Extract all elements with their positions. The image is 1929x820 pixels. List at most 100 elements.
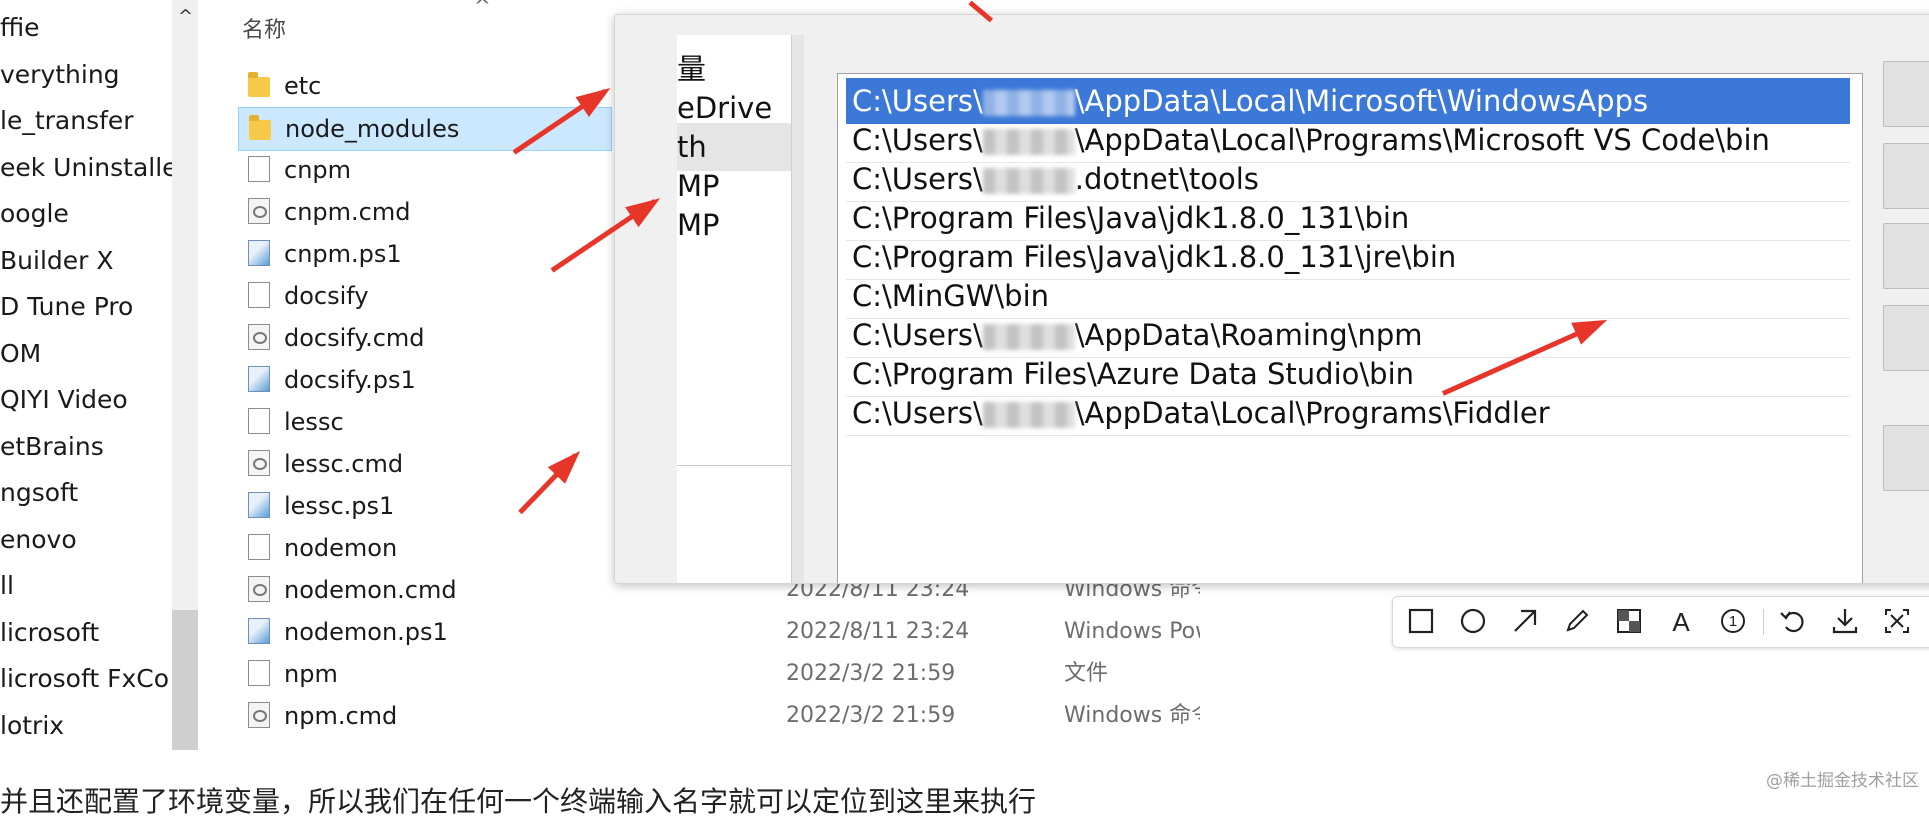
path-prefix: C:\MinGW\bin [852, 279, 1050, 313]
file-icon [248, 534, 270, 560]
dialog-button-delete[interactable] [1883, 305, 1929, 371]
path-suffix: \AppData\Roaming\npm [1074, 318, 1423, 352]
nav-item[interactable]: ngsoft [0, 470, 172, 516]
nav-item[interactable]: licrosoft [0, 610, 172, 656]
column-header-name[interactable]: 名称 [242, 12, 286, 44]
nav-item[interactable]: Builder X [0, 238, 172, 284]
file-name: lessc.cmd [284, 450, 404, 478]
variable-list-partial: 量 eDrive th MP MP [677, 35, 791, 583]
file-name: etc [284, 72, 322, 100]
text-icon[interactable]: A [1665, 605, 1697, 637]
redacted-username [982, 129, 1075, 155]
arrow-icon[interactable] [1509, 605, 1541, 637]
file-name: nodemon [284, 534, 398, 562]
file-name: npm.cmd [284, 702, 398, 730]
cmd-file-icon [248, 324, 270, 350]
path-suffix: \AppData\Local\Programs\Fiddler [1074, 396, 1550, 430]
circle-icon[interactable] [1457, 605, 1489, 637]
mosaic-icon[interactable] [1613, 605, 1645, 637]
file-type: Windows 命令脚本 [1064, 703, 1200, 728]
file-name: docsify [284, 282, 369, 310]
redacted-username [982, 402, 1075, 428]
download-icon[interactable] [1829, 605, 1861, 637]
path-entries-list[interactable]: C:\Users\ \AppData\Local\Microsoft\Window… [837, 73, 1863, 583]
rectangle-icon[interactable] [1405, 605, 1437, 637]
file-name: cnpm [284, 156, 352, 184]
cmd-file-icon [248, 702, 270, 728]
nav-scrollbar[interactable]: ^ [172, 0, 198, 750]
nav-item[interactable]: ffie [0, 5, 172, 51]
nav-item[interactable]: etBrains [0, 424, 172, 470]
file-row[interactable]: nodemon.ps1 2022/8/11 23:24 Windows Power.… [238, 611, 1200, 653]
divider [677, 465, 791, 466]
dialog-button-browse[interactable] [1883, 223, 1929, 289]
redacted-username [982, 168, 1075, 194]
file-row[interactable]: npm2022/3/2 21:59文件1 KB [238, 653, 1200, 695]
file-date: 2022/3/2 21:59 [786, 703, 956, 728]
nav-item[interactable]: ll [0, 563, 172, 609]
nav-item[interactable]: oogle [0, 191, 172, 237]
scroll-up-icon[interactable]: ^ [178, 6, 193, 27]
ps1-file-icon [248, 492, 270, 518]
file-icon [248, 660, 270, 686]
ps1-file-icon [248, 618, 270, 644]
sort-ascending-icon: ^ [474, 0, 491, 18]
file-type: 文件 [1064, 661, 1109, 686]
nav-item[interactable]: verything [0, 52, 172, 98]
dialog-button-move-up[interactable] [1883, 425, 1929, 491]
number-icon[interactable]: 1 [1717, 605, 1749, 637]
file-name: docsify.ps1 [284, 366, 416, 394]
dialog-button-new[interactable] [1883, 61, 1929, 127]
cmd-file-icon [248, 450, 270, 476]
text-icon-glyph: A [1672, 607, 1690, 637]
ps1-file-icon [248, 240, 270, 266]
watermark: @稀土掘金技术社区 [1766, 771, 1919, 791]
dialog-button-edit[interactable] [1883, 143, 1929, 209]
nav-item[interactable]: D Tune Pro [0, 284, 172, 330]
path-suffix: \AppData\Local\Microsoft\WindowsApps [1074, 84, 1649, 118]
close-icon[interactable] [1881, 605, 1913, 637]
nav-item[interactable]: OM [0, 331, 172, 377]
file-name: docsify.cmd [284, 324, 425, 352]
folder-icon [249, 115, 271, 140]
file-type: Windows Power... [1064, 619, 1200, 644]
path-prefix: C:\Program Files\Java\jdk1.8.0_131\bin [852, 201, 1410, 235]
file-name: lessc.ps1 [284, 492, 395, 520]
path-suffix: \AppData\Local\Programs\Microsoft VS Cod… [1074, 123, 1770, 157]
environment-variables-dialog: 量 eDrive th MP MP C:\Users\ \AppData\Local\Mi… [614, 14, 1929, 584]
path-prefix: C:\Users\ [852, 123, 983, 157]
file-icon [248, 282, 270, 308]
annotation-toolbar: A 1 [1392, 596, 1929, 648]
file-date: 2022/3/2 21:59 [786, 661, 956, 686]
file-row[interactable]: node_modules [238, 107, 612, 151]
pen-icon[interactable] [1561, 605, 1593, 637]
nav-item[interactable]: le_transfer [0, 98, 172, 144]
redacted-username [982, 324, 1075, 350]
nav-item[interactable]: lotrix [0, 703, 172, 749]
file-date: 2022/8/11 23:24 [786, 619, 970, 644]
undo-icon[interactable] [1777, 605, 1809, 637]
path-suffix: .dotnet\tools [1074, 162, 1259, 196]
nav-item[interactable]: QIYI Video [0, 377, 172, 423]
path-prefix: C:\Users\ [852, 396, 983, 430]
file-row[interactable]: npm.cmd2022/3/2 21:59Windows 命令脚本1 KB [238, 695, 1200, 737]
nav-item[interactable]: eek Uninstalle [0, 145, 172, 191]
path-entry[interactable]: C:\Users\ \AppData\Local\Programs\Fiddler [846, 390, 1850, 436]
nav-item[interactable]: enovo [0, 517, 172, 563]
file-icon [248, 408, 270, 434]
path-prefix: C:\Program Files\Azure Data Studio\bin [852, 357, 1415, 391]
cmd-file-icon [248, 198, 270, 224]
file-name: lessc [284, 408, 344, 436]
ps1-file-icon [248, 366, 270, 392]
path-prefix: C:\Program Files\Java\jdk1.8.0_131\jre\b… [852, 240, 1457, 274]
file-name: nodemon.cmd [284, 576, 457, 604]
variable-name-label[interactable]: MP [677, 201, 720, 249]
file-name: cnpm.ps1 [284, 240, 402, 268]
article-caption: 并且还配置了环境变量，所以我们在任何一个终端输入名字就可以定位到这里来执行 [0, 785, 1037, 818]
file-name: npm [284, 660, 338, 688]
number-icon-glyph: 1 [1729, 613, 1737, 630]
divider [791, 35, 804, 583]
scrollbar-thumb[interactable] [172, 610, 198, 750]
toolbar-divider [1763, 609, 1764, 635]
nav-item[interactable]: licrosoft FxCo [0, 656, 172, 702]
